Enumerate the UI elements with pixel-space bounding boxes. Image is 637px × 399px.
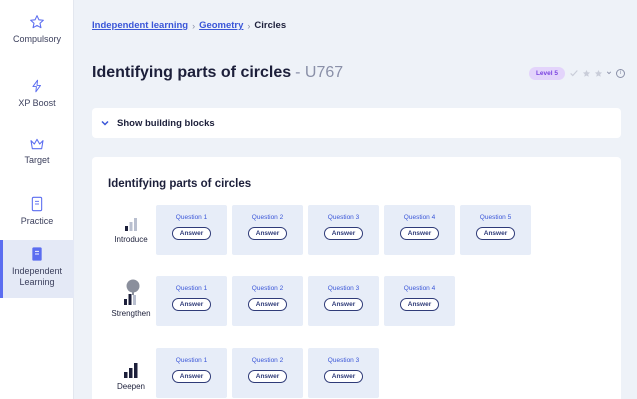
question-label: Question 2 [251,357,284,364]
breadcrumb-geometry[interactable]: Geometry [199,20,243,31]
status-icons [569,68,612,78]
page-title-text: Identifying parts of circles [92,64,292,81]
question-label: Question 1 [175,214,208,221]
question-card[interactable]: Question 3 Answer [308,276,379,326]
chevron-down-icon [101,120,109,126]
question-label: Question 4 [403,214,436,221]
answer-button[interactable]: Answer [323,370,364,383]
row-deepen: Deepen Question 1 Answer Question 2 Answer… [106,348,379,398]
answer-button[interactable]: Answer [323,298,364,311]
breadcrumb-separator: › [192,20,196,31]
signal-low-icon [125,218,137,231]
star-outline-icon [30,15,44,29]
question-label: Question 1 [175,357,208,364]
answer-button[interactable]: Answer [171,298,212,311]
answer-button[interactable]: Answer [323,227,364,240]
question-label: Question 3 [327,357,360,364]
page-title: Identifying parts of circles - U767 [92,64,343,82]
panel-title: Identifying parts of circles [108,178,252,190]
question-card[interactable]: Question 3 Answer [308,348,379,398]
sidebar-item-xp-boost[interactable]: XP Boost [0,78,74,114]
answer-button[interactable]: Answer [171,370,212,383]
signal-high-icon [124,363,138,378]
question-card[interactable]: Question 3 Answer [308,205,379,255]
book-icon [31,196,43,212]
answer-button[interactable]: Answer [247,370,288,383]
row-label-introduce: Introduce [106,205,156,244]
question-label: Question 3 [327,285,360,292]
row-label-text: Deepen [116,382,146,391]
sidebar-item-target[interactable]: Target [0,137,74,173]
question-card[interactable]: Question 4 Answer [384,276,455,326]
question-cards: Question 1 Answer Question 2 Answer Questi… [156,276,455,326]
question-cards: Question 1 Answer Question 2 Answer Questi… [156,348,379,398]
lightning-icon [32,79,41,93]
check-icon [570,70,578,77]
sidebar: Compulsory XP Boost Target Practice Inde… [0,0,74,399]
questions-panel: Identifying parts of circles Introduce Q… [92,157,621,399]
question-card[interactable]: Question 2 Answer [232,348,303,398]
signal-medium-icon [124,279,140,305]
book-filled-icon [32,247,42,261]
row-label-deepen: Deepen [106,348,156,391]
question-card[interactable]: Question 1 Answer [156,348,227,398]
row-strengthen: Strengthen Question 1 Answer Question 2 An… [106,276,455,326]
star-icon [582,69,591,77]
sidebar-item-label: Independent Learning [11,266,63,287]
question-label: Question 2 [251,214,284,221]
question-label: Question 5 [479,214,512,221]
row-label-strengthen: Strengthen [106,276,156,318]
breadcrumb: Independent learning › Geometry › Circle… [92,20,286,31]
answer-button[interactable]: Answer [475,227,516,240]
question-card[interactable]: Question 1 Answer [156,276,227,326]
sidebar-item-label: XP Boost [18,98,56,108]
show-building-blocks-label: Show building blocks [117,117,215,129]
chevron-down-icon[interactable] [606,70,612,76]
breadcrumb-current: Circles [254,20,287,31]
row-introduce: Introduce Question 1 Answer Question 2 Ans… [106,205,531,255]
breadcrumb-separator: › [247,20,251,31]
question-card[interactable]: Question 1 Answer [156,205,227,255]
sidebar-item-label: Compulsory [12,34,61,44]
question-label: Question 4 [403,285,436,292]
title-actions: Level 5 i [528,66,625,80]
unit-code: - U767 [295,64,344,81]
page-scrollbar[interactable] [631,0,637,399]
question-card[interactable]: Question 5 Answer [460,205,531,255]
question-label: Question 3 [327,214,360,221]
question-label: Question 2 [251,285,284,292]
row-label-text: Strengthen [111,309,151,318]
sidebar-item-practice[interactable]: Practice [0,196,74,232]
answer-button[interactable]: Answer [247,227,288,240]
answer-button[interactable]: Answer [171,227,212,240]
answer-button[interactable]: Answer [399,227,440,240]
sidebar-item-label: Target [24,155,50,165]
question-card[interactable]: Question 2 Answer [232,205,303,255]
info-icon[interactable]: i [616,68,625,78]
crown-icon [30,138,44,150]
sidebar-item-independent-learning[interactable]: Independent Learning [0,240,74,298]
star-icon [594,69,603,77]
title-row: Identifying parts of circles - U767 Level… [92,64,625,82]
answer-button[interactable]: Answer [247,298,288,311]
level-badge: Level 5 [528,66,565,80]
answer-button[interactable]: Answer [399,298,440,311]
question-label: Question 1 [175,285,208,292]
sidebar-item-label: Practice [20,216,54,226]
question-card[interactable]: Question 4 Answer [384,205,455,255]
question-cards: Question 1 Answer Question 2 Answer Questi… [156,205,531,255]
sidebar-item-compulsory[interactable]: Compulsory [0,14,74,60]
row-label-text: Introduce [114,235,148,244]
breadcrumb-independent-learning[interactable]: Independent learning [92,20,188,31]
question-card[interactable]: Question 2 Answer [232,276,303,326]
show-building-blocks-toggle[interactable]: Show building blocks [92,108,621,138]
